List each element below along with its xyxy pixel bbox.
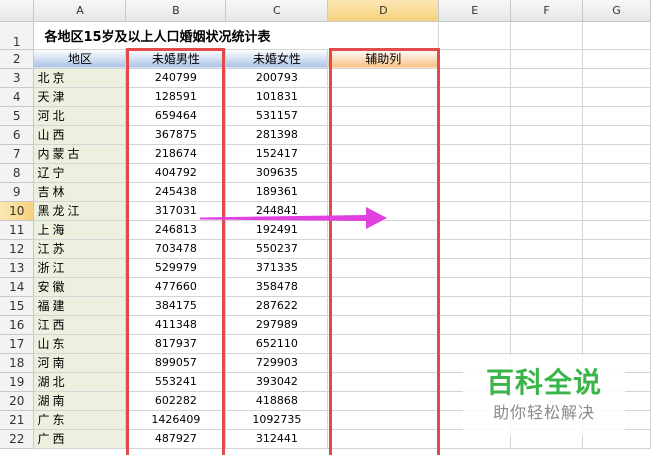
watermark-slogan: 助你轻松解决 [492,403,595,422]
pointer-arrow [200,207,387,229]
watermark-brand: 百科全说 [485,366,602,399]
watermark: 百科全说 助你轻松解决 [463,355,625,435]
